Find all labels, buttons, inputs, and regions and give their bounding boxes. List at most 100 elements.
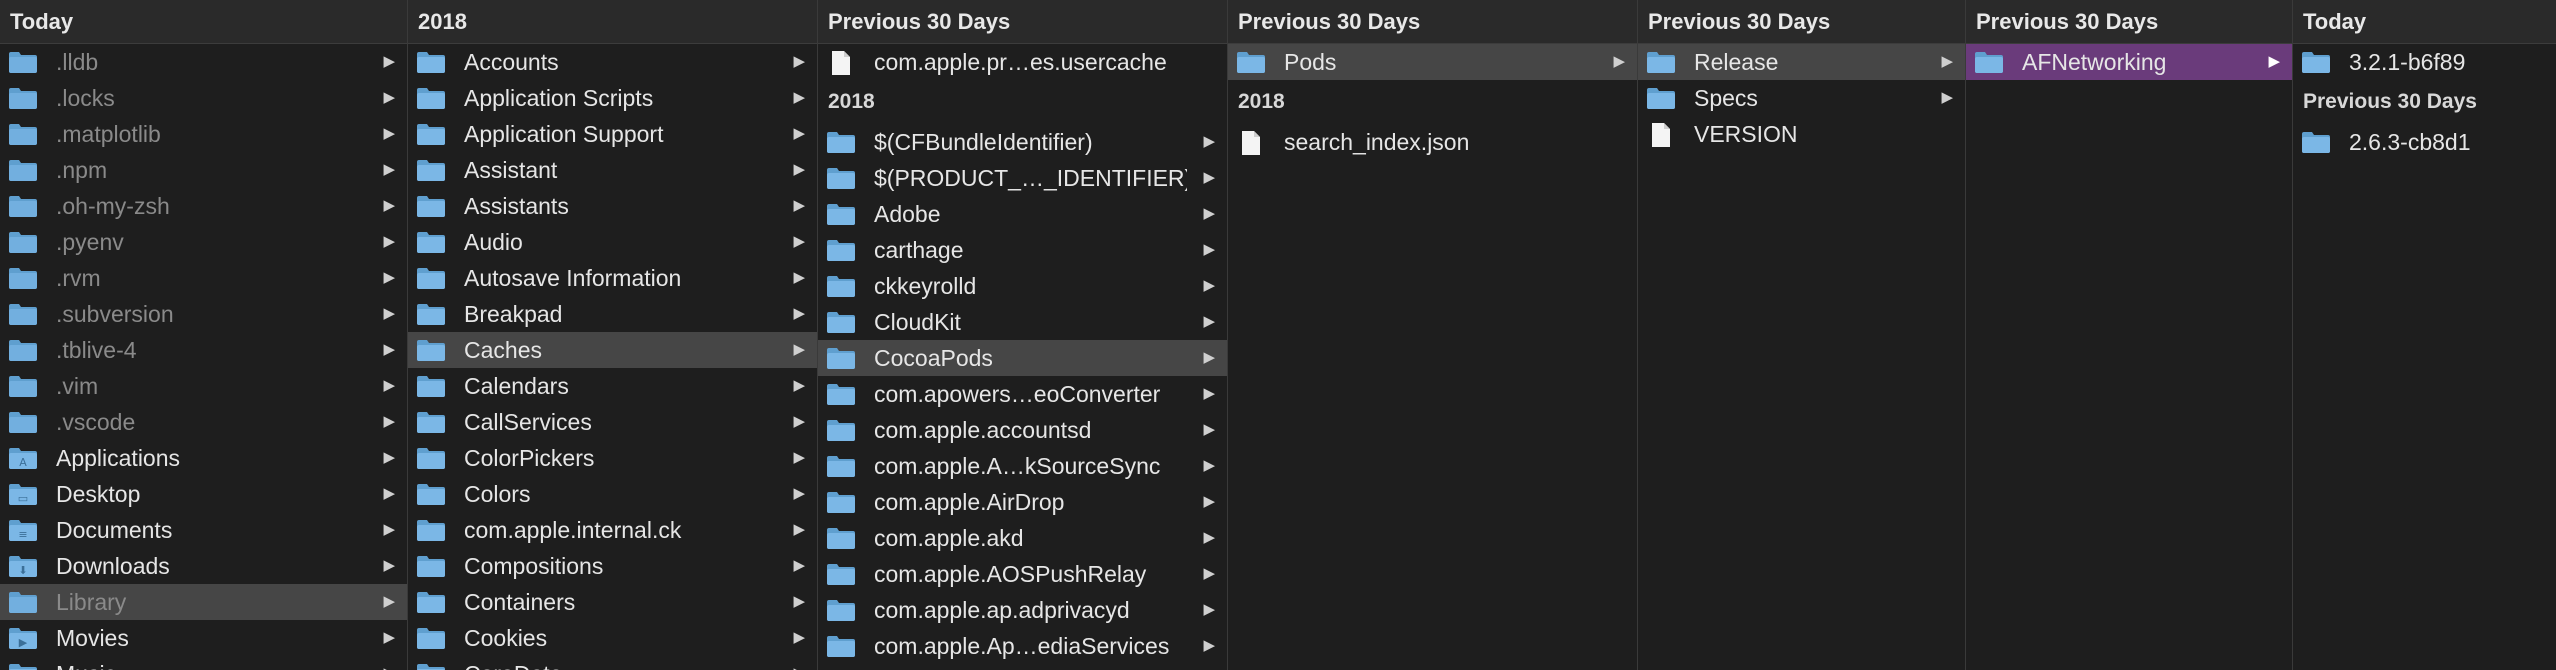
folder-row[interactable]: 2.6.3-cb8d1 bbox=[2293, 124, 2556, 160]
browser-column-3[interactable]: Previous 30 Days com.apple.pr…es.usercach… bbox=[818, 0, 1228, 670]
folder-row[interactable]: com.apple.AirDrop ▶ bbox=[818, 484, 1227, 520]
folder-row[interactable]: ⬇ Downloads ▶ bbox=[0, 548, 407, 584]
browser-column-4[interactable]: Previous 30 Days Pods ▶ 2018 search_index.js… bbox=[1228, 0, 1638, 670]
folder-row[interactable]: Colors ▶ bbox=[408, 476, 817, 512]
disclosure-arrow-icon: ▶ bbox=[793, 449, 805, 466]
file-row[interactable]: VERSION bbox=[1638, 116, 1965, 152]
folder-row[interactable]: Adobe ▶ bbox=[818, 196, 1227, 232]
folder-row[interactable]: $(CFBundleIdentifier) ▶ bbox=[818, 124, 1227, 160]
folder-row[interactable]: ▶ Movies ▶ bbox=[0, 620, 407, 656]
folder-row[interactable]: .vscode ▶ bbox=[0, 404, 407, 440]
disclosure-arrow-icon: ▶ bbox=[793, 377, 805, 394]
folder-icon bbox=[416, 626, 446, 650]
folder-row[interactable]: .locks ▶ bbox=[0, 80, 407, 116]
folder-icon bbox=[416, 482, 446, 506]
folder-row[interactable]: Assistant ▶ bbox=[408, 152, 817, 188]
folder-row[interactable]: AFNetworking ▶ bbox=[1966, 44, 2292, 80]
folder-icon bbox=[8, 338, 38, 362]
item-label: CoreData bbox=[464, 656, 777, 670]
item-label: Caches bbox=[464, 337, 542, 363]
folder-icon bbox=[1646, 50, 1676, 74]
item-label: ckkeyrolld bbox=[874, 273, 977, 299]
folder-row[interactable]: com.apple.akd ▶ bbox=[818, 520, 1227, 556]
folder-icon bbox=[8, 266, 38, 290]
folder-row[interactable]: A Applications ▶ bbox=[0, 440, 407, 476]
folder-row[interactable]: .oh-my-zsh ▶ bbox=[0, 188, 407, 224]
disclosure-arrow-icon: ▶ bbox=[793, 485, 805, 502]
item-label: com.apple.Ap…ediaServices bbox=[874, 633, 1170, 659]
disclosure-arrow-icon: ▶ bbox=[383, 125, 395, 142]
folder-row[interactable]: .lldb ▶ bbox=[0, 44, 407, 80]
item-label: Specs bbox=[1694, 85, 1758, 111]
file-icon bbox=[1646, 122, 1676, 147]
item-label: VERSION bbox=[1694, 121, 1798, 147]
item-label: CocoaPods bbox=[874, 345, 993, 371]
folder-row[interactable]: CallServices ▶ bbox=[408, 404, 817, 440]
folder-row[interactable]: com.apowers…eoConverter ▶ bbox=[818, 376, 1227, 412]
item-label: com.apple.AirDrop bbox=[874, 489, 1065, 515]
browser-column-6[interactable]: Previous 30 Days AFNetworking ▶ bbox=[1966, 0, 2293, 670]
browser-column-7[interactable]: Today 3.2.1-b6f89 Previous 30 Days 2.6.3-cb… bbox=[2293, 0, 2556, 670]
folder-row[interactable]: CloudKit ▶ bbox=[818, 304, 1227, 340]
folder-row[interactable]: com.apple.A…kSourceSync ▶ bbox=[818, 448, 1227, 484]
folder-row[interactable]: ▭ Desktop ▶ bbox=[0, 476, 407, 512]
disclosure-arrow-icon: ▶ bbox=[383, 593, 395, 610]
folder-row[interactable]: 3.2.1-b6f89 bbox=[2293, 44, 2556, 80]
disclosure-arrow-icon: ▶ bbox=[383, 161, 395, 178]
folder-row[interactable]: Assistants ▶ bbox=[408, 188, 817, 224]
file-row[interactable]: search_index.json bbox=[1228, 124, 1637, 160]
folder-row[interactable]: com.apple.ap.adprivacyd ▶ bbox=[818, 592, 1227, 628]
folder-row[interactable]: Pods ▶ bbox=[1228, 44, 1637, 80]
folder-row[interactable]: CoreData ▶ bbox=[408, 656, 817, 670]
folder-row[interactable]: com.apple.accountsd ▶ bbox=[818, 412, 1227, 448]
folder-row[interactable]: Library ▶ bbox=[0, 584, 407, 620]
folder-row[interactable]: .matplotlib ▶ bbox=[0, 116, 407, 152]
folder-row[interactable]: Calendars ▶ bbox=[408, 368, 817, 404]
folder-row[interactable]: .subversion ▶ bbox=[0, 296, 407, 332]
folder-row[interactable]: .vim ▶ bbox=[0, 368, 407, 404]
folder-row[interactable]: Autosave Information ▶ bbox=[408, 260, 817, 296]
folder-row[interactable]: carthage ▶ bbox=[818, 232, 1227, 268]
folder-row[interactable]: Release ▶ bbox=[1638, 44, 1965, 80]
folder-row[interactable]: Application Support ▶ bbox=[408, 116, 817, 152]
browser-column-2[interactable]: 2018 Accounts ▶ Application Scripts ▶ Applica… bbox=[408, 0, 818, 670]
browser-column-5[interactable]: Previous 30 Days Release ▶ Specs ▶ VERSION bbox=[1638, 0, 1966, 670]
music-folder-icon: ♪ bbox=[8, 662, 38, 670]
folder-row[interactable]: com.apple.AOSPushRelay ▶ bbox=[818, 556, 1227, 592]
folder-row[interactable]: .tblive-4 ▶ bbox=[0, 332, 407, 368]
folder-row[interactable]: $(PRODUCT_…_IDENTIFIER) ▶ bbox=[818, 160, 1227, 196]
folder-row[interactable]: Caches ▶ bbox=[408, 332, 817, 368]
folder-row[interactable]: .pyenv ▶ bbox=[0, 224, 407, 260]
folder-row[interactable]: ColorPickers ▶ bbox=[408, 440, 817, 476]
folder-row[interactable]: Application Scripts ▶ bbox=[408, 80, 817, 116]
disclosure-arrow-icon: ▶ bbox=[383, 89, 395, 106]
folder-row[interactable]: ≡ Documents ▶ bbox=[0, 512, 407, 548]
item-label: com.apple.accountsd bbox=[874, 417, 1092, 443]
svg-text:▭: ▭ bbox=[18, 492, 28, 505]
folder-row[interactable]: ckkeyrolld ▶ bbox=[818, 268, 1227, 304]
folder-row[interactable]: com.apple.internal.ck ▶ bbox=[408, 512, 817, 548]
folder-icon bbox=[416, 338, 446, 362]
folder-row[interactable]: Containers ▶ bbox=[408, 584, 817, 620]
folder-row[interactable]: .npm ▶ bbox=[0, 152, 407, 188]
disclosure-arrow-icon: ▶ bbox=[383, 341, 395, 358]
folder-icon bbox=[826, 166, 856, 190]
folder-icon bbox=[416, 122, 446, 146]
folder-row[interactable]: Compositions ▶ bbox=[408, 548, 817, 584]
folder-row[interactable]: Specs ▶ bbox=[1638, 80, 1965, 116]
folder-row[interactable]: CocoaPods ▶ bbox=[818, 340, 1227, 376]
folder-icon bbox=[416, 230, 446, 254]
folder-icon bbox=[826, 274, 856, 298]
disclosure-arrow-icon: ▶ bbox=[383, 413, 395, 430]
disclosure-arrow-icon: ▶ bbox=[1613, 53, 1625, 70]
folder-row[interactable]: Audio ▶ bbox=[408, 224, 817, 260]
folder-row[interactable]: Accounts ▶ bbox=[408, 44, 817, 80]
folder-row[interactable]: .rvm ▶ bbox=[0, 260, 407, 296]
disclosure-arrow-icon: ▶ bbox=[1203, 637, 1215, 654]
folder-row[interactable]: com.apple.Ap…ediaServices ▶ bbox=[818, 628, 1227, 664]
folder-row[interactable]: Breakpad ▶ bbox=[408, 296, 817, 332]
folder-row[interactable]: ♪ Music ▶ bbox=[0, 656, 407, 670]
browser-column-1[interactable]: Today .lldb ▶ .locks ▶ .matplotlib ▶ .npm ▶ .oh-m… bbox=[0, 0, 408, 670]
file-row[interactable]: com.apple.pr…es.usercache bbox=[818, 44, 1227, 80]
folder-row[interactable]: Cookies ▶ bbox=[408, 620, 817, 656]
